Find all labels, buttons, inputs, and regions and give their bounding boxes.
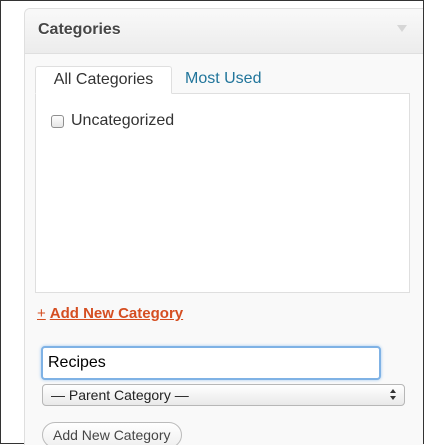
parent-category-select[interactable]: — Parent Category — (42, 384, 405, 406)
metabox-header[interactable]: Categories (25, 9, 423, 54)
category-checklist: Uncategorized (35, 93, 410, 293)
metabox-title: Categories (38, 21, 121, 38)
parent-category-selected: — Parent Category — (51, 387, 189, 403)
category-label: Uncategorized (71, 112, 175, 129)
categories-metabox: Categories All Categories Most Used Unca… (24, 8, 423, 445)
add-new-category-link-label: Add New Category (49, 305, 184, 322)
tab-all-categories[interactable]: All Categories (35, 66, 172, 94)
add-new-category-button[interactable]: Add New Category (42, 422, 182, 445)
plus-icon: + (37, 305, 46, 322)
collapse-arrow-icon[interactable] (397, 25, 407, 32)
tab-most-used[interactable]: Most Used (179, 66, 267, 94)
category-item-uncategorized[interactable]: Uncategorized (51, 111, 174, 131)
select-updown-arrows-icon (390, 388, 398, 402)
add-new-category-link[interactable]: + Add New Category (37, 305, 183, 322)
category-checkbox[interactable] (51, 114, 64, 128)
category-tabs: All Categories Most Used (35, 66, 411, 94)
new-category-name-input[interactable] (41, 346, 381, 380)
